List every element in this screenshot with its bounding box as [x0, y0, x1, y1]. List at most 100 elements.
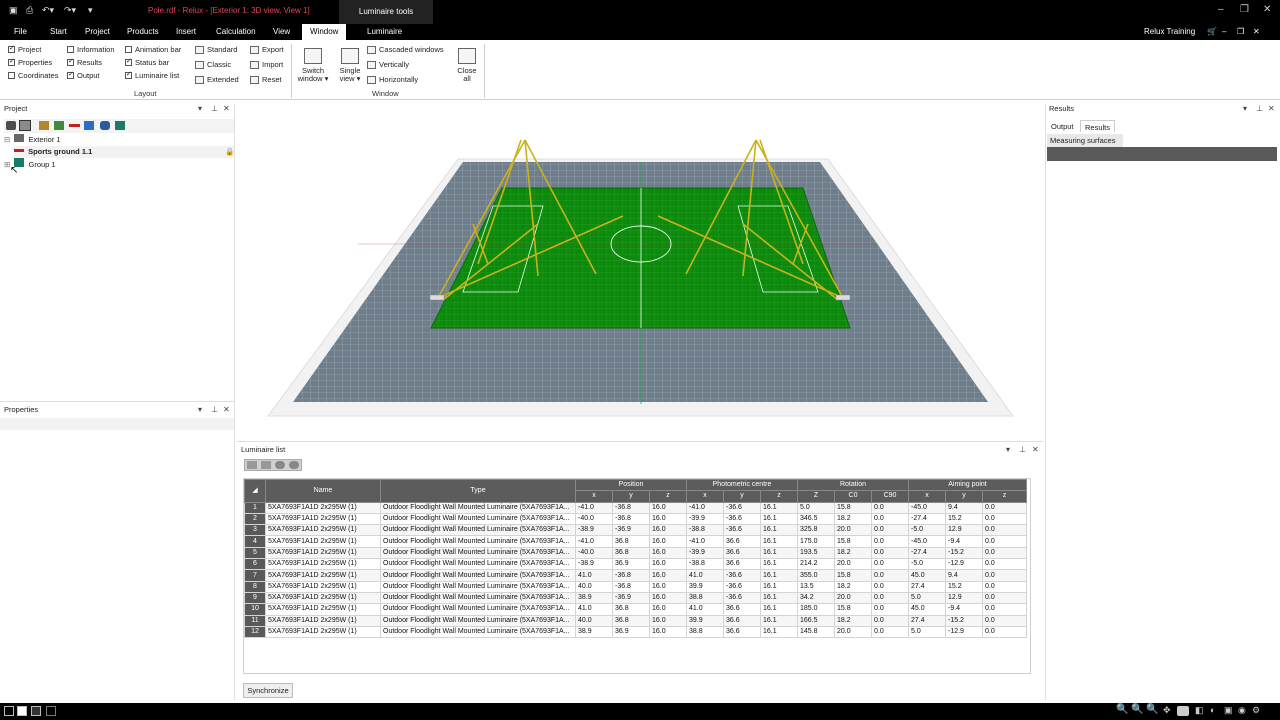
- table-cell[interactable]: 0.0: [982, 625, 1027, 639]
- table-cell[interactable]: 16.0: [649, 603, 687, 616]
- table-cell[interactable]: 40.0: [575, 580, 613, 593]
- panel-dropdown-icon[interactable]: ▾: [1243, 104, 1247, 113]
- column-header-name[interactable]: Name: [265, 479, 381, 503]
- table-cell[interactable]: 41.0: [575, 603, 613, 616]
- check-output[interactable]: Output: [67, 70, 100, 80]
- table-cell[interactable]: -15.2: [945, 546, 983, 560]
- table-cell[interactable]: -5.0: [908, 558, 946, 571]
- list-tool-icon[interactable]: [247, 461, 257, 469]
- rotate-icon[interactable]: ◧: [1195, 705, 1204, 716]
- table-cell[interactable]: 16.1: [760, 558, 798, 571]
- table-cell[interactable]: -40.0: [575, 546, 613, 560]
- table-cell[interactable]: 36.8: [612, 546, 650, 560]
- table-cell[interactable]: 36.6: [723, 614, 761, 627]
- settings-icon[interactable]: [289, 461, 299, 469]
- tab-luminaire[interactable]: Luminaire: [367, 27, 402, 36]
- column-header-x[interactable]: x: [908, 490, 946, 503]
- check-luminaire-list[interactable]: Luminaire list: [125, 70, 179, 80]
- row-number[interactable]: 8: [244, 580, 266, 593]
- check-information[interactable]: Information: [67, 45, 115, 54]
- table-row[interactable]: 10 5XA7693F1A1D 2x295W (1) Outdoor Floodli…: [244, 603, 1027, 616]
- table-cell[interactable]: 15.2: [945, 580, 983, 593]
- table-cell[interactable]: -45.0: [908, 501, 946, 514]
- panel-dropdown-icon[interactable]: ▾: [1006, 445, 1010, 454]
- table-cell[interactable]: -41.0: [575, 535, 613, 548]
- column-header-x[interactable]: x: [575, 490, 613, 503]
- table-cell[interactable]: Outdoor Floodlight Wall Mounted Luminair…: [380, 591, 576, 605]
- table-cell[interactable]: 15.8: [834, 501, 872, 514]
- panel-dropdown-icon[interactable]: ▾: [198, 104, 202, 113]
- check-coordinates[interactable]: Coordinates: [8, 71, 58, 80]
- luminaire-cluster-left[interactable]: [429, 294, 445, 301]
- row-number[interactable]: 12: [244, 625, 266, 639]
- tab-file[interactable]: File: [14, 27, 27, 36]
- table-cell[interactable]: -45.0: [908, 535, 946, 548]
- close-button[interactable]: ✕: [1263, 4, 1271, 15]
- table-cell[interactable]: 39.9: [686, 614, 724, 627]
- cart-icon[interactable]: 🛒: [1207, 27, 1217, 36]
- table-cell[interactable]: 0.0: [871, 625, 909, 639]
- table-cell[interactable]: 5XA7693F1A1D 2x295W (1): [265, 501, 381, 514]
- table-cell[interactable]: 0.0: [871, 535, 909, 548]
- list-tool-icon[interactable]: [261, 461, 271, 469]
- print-icon[interactable]: ⎙: [26, 5, 33, 16]
- tab-start[interactable]: Start: [50, 27, 67, 36]
- column-header-y[interactable]: y: [945, 490, 983, 503]
- grid-icon[interactable]: [115, 121, 125, 130]
- table-cell[interactable]: 18.2: [834, 546, 872, 560]
- synchronize-button[interactable]: Synchronize: [243, 683, 293, 698]
- table-cell[interactable]: 0.0: [982, 591, 1027, 605]
- single-view-button[interactable]: Single view ▾: [334, 48, 366, 83]
- app-icon[interactable]: ▣: [9, 5, 18, 16]
- table-cell[interactable]: 36.6: [723, 558, 761, 571]
- check-properties[interactable]: Properties: [8, 57, 52, 67]
- table-cell[interactable]: 36.6: [723, 546, 761, 560]
- split-view-icon[interactable]: [31, 706, 41, 716]
- table-cell[interactable]: 16.0: [649, 546, 687, 560]
- cube-icon[interactable]: [84, 121, 94, 130]
- table-cell[interactable]: 16.0: [649, 524, 687, 537]
- 3d-view[interactable]: [238, 104, 1043, 440]
- table-cell[interactable]: -36.8: [612, 580, 650, 593]
- table-cell[interactable]: 15.2: [945, 512, 983, 526]
- row-number[interactable]: 3: [244, 524, 266, 537]
- table-row[interactable]: 4 5XA7693F1A1D 2x295W (1) Outdoor Floodlig…: [244, 535, 1027, 548]
- table-cell[interactable]: 5XA7693F1A1D 2x295W (1): [265, 524, 381, 537]
- table-cell[interactable]: -9.4: [945, 535, 983, 548]
- pan-icon[interactable]: ✥: [1163, 705, 1171, 716]
- table-cell[interactable]: 175.0: [797, 535, 835, 548]
- column-header-z[interactable]: z: [760, 490, 798, 503]
- panel-pin-icon[interactable]: ⊥: [211, 104, 218, 113]
- settings-icon[interactable]: ⚙: [1252, 705, 1260, 716]
- table-cell[interactable]: -5.0: [908, 524, 946, 537]
- panel-pin-icon[interactable]: ⊥: [1019, 445, 1026, 454]
- table-cell[interactable]: 16.0: [649, 512, 687, 526]
- table-cell[interactable]: 0.0: [871, 603, 909, 616]
- table-cell[interactable]: 16.0: [649, 625, 687, 639]
- column-header-c90[interactable]: C90: [871, 490, 909, 503]
- table-row[interactable]: 11 5XA7693F1A1D 2x295W (1) Outdoor Floodli…: [244, 614, 1027, 627]
- table-cell[interactable]: 9.4: [945, 569, 983, 582]
- table-cell[interactable]: 16.1: [760, 625, 798, 639]
- table-cell[interactable]: 5XA7693F1A1D 2x295W (1): [265, 535, 381, 548]
- table-cell[interactable]: 0.0: [871, 558, 909, 571]
- table-cell[interactable]: 15.8: [834, 603, 872, 616]
- table-cell[interactable]: 18.2: [834, 580, 872, 593]
- table-cell[interactable]: 15.8: [834, 569, 872, 582]
- table-cell[interactable]: 214.2: [797, 558, 835, 571]
- zoom-out-icon[interactable]: 🔍: [1131, 704, 1143, 715]
- table-cell[interactable]: 16.1: [760, 546, 798, 560]
- check-project[interactable]: Project: [8, 44, 41, 54]
- table-cell[interactable]: -39.9: [686, 512, 724, 526]
- panel-close-icon[interactable]: ✕: [223, 104, 230, 113]
- row-number[interactable]: 7: [244, 569, 266, 582]
- tree-icon[interactable]: [54, 121, 64, 130]
- table-cell[interactable]: -39.9: [686, 546, 724, 560]
- select-all-corner[interactable]: ◢: [244, 479, 266, 503]
- table-cell[interactable]: 16.1: [760, 512, 798, 526]
- status-icon[interactable]: [4, 706, 14, 716]
- panel-dropdown-icon[interactable]: ▾: [198, 405, 202, 414]
- layout-reset-button[interactable]: Reset: [250, 75, 282, 84]
- measuring-surfaces-row[interactable]: [1047, 147, 1277, 161]
- table-cell[interactable]: 20.0: [834, 591, 872, 605]
